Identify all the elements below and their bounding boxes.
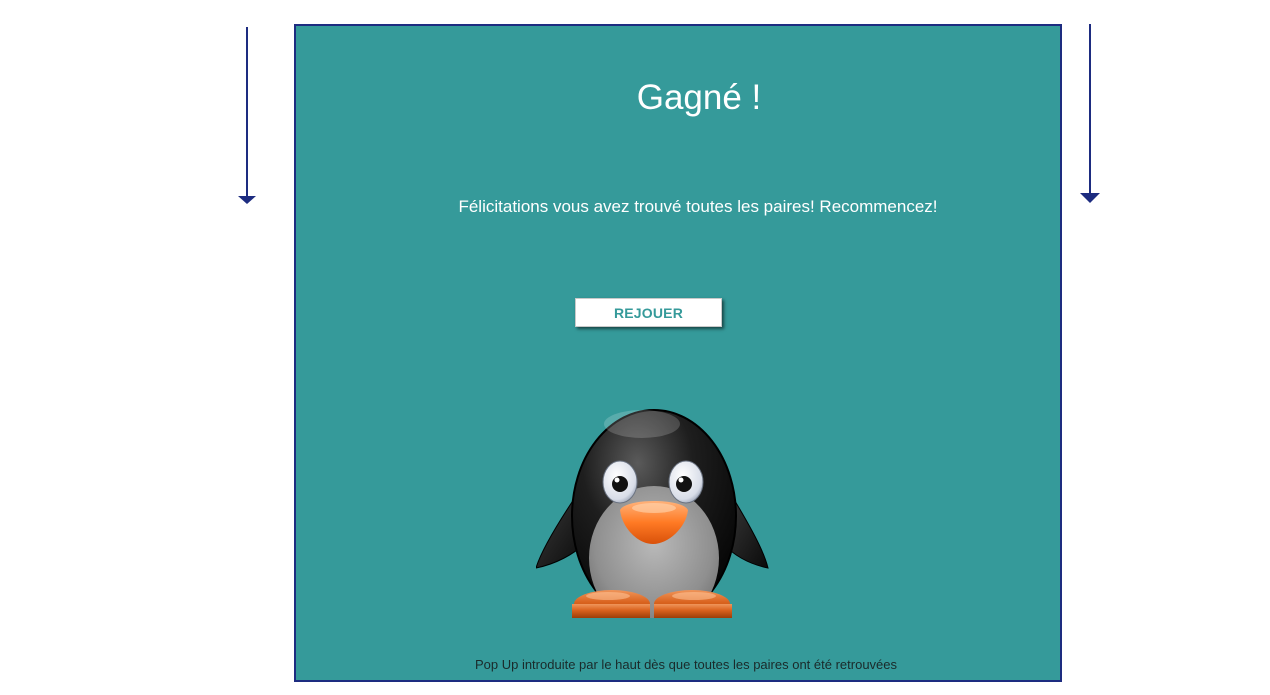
arrow-down-icon [1080, 24, 1100, 206]
penguin-illustration [535, 386, 772, 630]
win-popup: Gagné ! Félicitations vous avez trouvé t… [294, 24, 1062, 682]
replay-button[interactable]: REJOUER [575, 298, 722, 327]
popup-message: Félicitations vous avez trouvé toutes le… [458, 197, 938, 216]
footer-note: Pop Up introduite par le haut dès que to… [474, 657, 898, 672]
arrow-down-icon [237, 27, 257, 207]
popup-title: Gagné ! [636, 78, 762, 117]
page: Gagné ! Félicitations vous avez trouvé t… [0, 0, 1270, 695]
